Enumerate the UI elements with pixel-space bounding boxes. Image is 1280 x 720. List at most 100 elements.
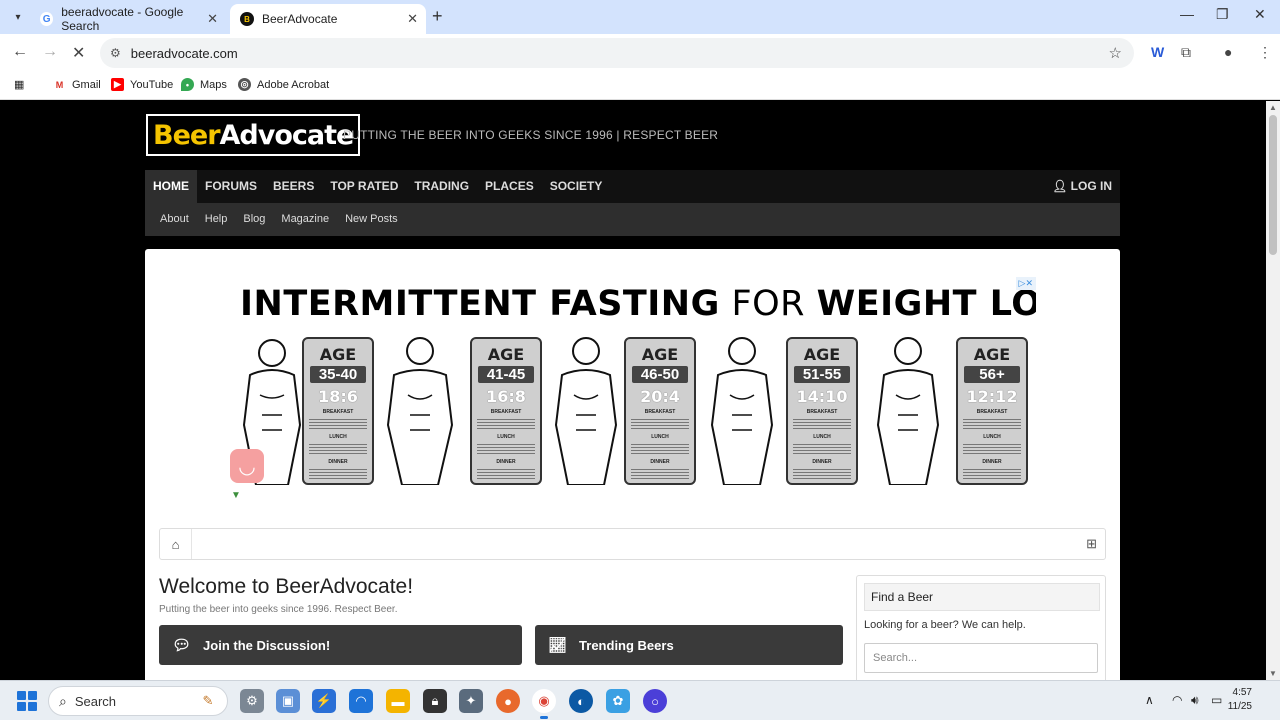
ad-age-label: AGE: [803, 345, 841, 364]
menu-kebab-icon[interactable]: ⋮: [1258, 44, 1272, 61]
taskbar-search-label: Search: [74, 693, 117, 709]
volume-icon[interactable]: 🔊︎: [1191, 693, 1199, 708]
ad-age-range: 46-50: [632, 366, 688, 383]
firefox-icon[interactable]: ●: [496, 689, 520, 713]
bookmark-gmail[interactable]: M Gmail: [53, 78, 101, 91]
site-info-icon[interactable]: ⚙: [110, 46, 121, 60]
ad-provider-icon[interactable]: ▼: [231, 490, 241, 501]
apps-grid-icon[interactable]: ▦: [14, 78, 24, 91]
bookmark-maps[interactable]: • Maps: [181, 78, 227, 91]
home-icon[interactable]: ⌂: [160, 529, 192, 559]
bookmark-label: YouTube: [130, 78, 174, 91]
site-logo[interactable]: Beer Advocate: [146, 114, 361, 156]
youtube-icon: ▶: [111, 78, 124, 91]
window-close-button[interactable]: ✕: [1254, 6, 1266, 23]
scroll-up-icon[interactable]: ▲: [1269, 103, 1277, 112]
subnav-new-posts[interactable]: New Posts: [337, 203, 406, 236]
widget-icon[interactable]: ✎: [196, 689, 220, 713]
extension-w-icon[interactable]: W: [1151, 44, 1164, 60]
browser-toolbar: ← → ✕ ⚙ beeradvocate.com ☆ W ⧉ ● ⋮: [0, 34, 1280, 72]
ad-age-card: AGE 56+ 12:12 BREAKFAST LUNCH DINNER: [956, 337, 1028, 485]
nav-home[interactable]: HOME: [145, 170, 197, 203]
battery-icon[interactable]: ▭: [1211, 693, 1222, 707]
new-tab-button[interactable]: +: [432, 6, 443, 27]
ad-smile-icon[interactable]: ◡: [230, 449, 264, 483]
trending-beers-label: Trending Beers: [579, 637, 674, 653]
address-bar[interactable]: ⚙ beeradvocate.com ☆: [100, 38, 1134, 68]
tab-search-button[interactable]: ▾: [8, 7, 28, 27]
photos-icon[interactable]: ▣: [276, 689, 300, 713]
page-scrollbar[interactable]: ▲ ▼: [1266, 101, 1280, 680]
file-explorer-icon[interactable]: ▬: [386, 689, 410, 713]
ad-figure-illustration: [876, 337, 940, 485]
settings-gear-icon[interactable]: ⚙: [240, 689, 264, 713]
back-icon[interactable]: ←: [12, 43, 28, 61]
sitemap-icon[interactable]: ⊞: [1086, 536, 1097, 552]
subnav-help[interactable]: Help: [197, 203, 236, 236]
nav-places[interactable]: PLACES: [477, 170, 542, 203]
nav-society[interactable]: SOCIETY: [542, 170, 611, 203]
beer-search-input[interactable]: Search...: [864, 643, 1098, 673]
scrollbar-thumb[interactable]: [1269, 115, 1277, 255]
stop-loading-icon[interactable]: ✕: [72, 43, 85, 63]
ad-text-lines: [963, 442, 1021, 456]
ad-choices-icon[interactable]: ▷✕: [1015, 277, 1036, 290]
ad-meal-label: LUNCH: [651, 434, 669, 440]
ad-age-range: 51-55: [794, 366, 850, 383]
copilot-arc-icon[interactable]: ◠: [349, 689, 373, 713]
ad-age-range: 41-45: [478, 366, 534, 383]
globe-icon: ◎: [238, 78, 251, 91]
logo-beer-text: Beer: [153, 119, 221, 151]
minimize-button[interactable]: —: [1180, 6, 1194, 22]
edge-icon[interactable]: ◐: [569, 689, 593, 713]
ad-meal-label: BREAKFAST: [322, 409, 354, 415]
nav-forums[interactable]: FORUMS: [197, 170, 265, 203]
subnav-magazine[interactable]: Magazine: [273, 203, 337, 236]
ad-figure-illustration: [710, 337, 774, 485]
paint-icon[interactable]: ✿: [606, 689, 630, 713]
bookmark-label: Adobe Acrobat: [257, 78, 330, 91]
nav-beers[interactable]: BEERS: [265, 170, 322, 203]
app-icon[interactable]: ✦: [459, 689, 483, 713]
login-link[interactable]: 👤︎ LOG IN: [1052, 170, 1112, 203]
chat-icon[interactable]: ○: [643, 689, 667, 713]
nav-trading[interactable]: TRADING: [406, 170, 477, 203]
scroll-down-icon[interactable]: ▼: [1269, 669, 1277, 678]
show-hidden-icons-chevron-icon[interactable]: ∧: [1145, 693, 1154, 707]
subnav-blog[interactable]: Blog: [235, 203, 273, 236]
google-icon: G: [40, 12, 54, 26]
close-icon[interactable]: ✕: [407, 11, 418, 27]
clock-date: 11/25: [1227, 701, 1252, 712]
join-discussion-button[interactable]: 💬︎ Join the Discussion!: [159, 625, 522, 665]
chrome-icon[interactable]: ◉: [532, 689, 556, 719]
system-clock[interactable]: 4:57 11/25: [1228, 686, 1252, 714]
close-icon[interactable]: ✕: [207, 11, 218, 27]
profile-avatar-icon[interactable]: ●: [1224, 44, 1232, 60]
bookmark-youtube[interactable]: ▶ YouTube: [111, 78, 173, 91]
ad-fasting-ratio: 14:10: [796, 387, 848, 406]
ad-meal-label: DINNER: [982, 459, 1002, 465]
bookmark-star-icon[interactable]: ☆: [1109, 44, 1122, 62]
wifi-icon[interactable]: ◠: [1172, 693, 1182, 707]
tab-beeradvocate[interactable]: B BeerAdvocate ✕: [230, 4, 426, 34]
trending-beers-button[interactable]: 📈︎ Trending Beers: [535, 625, 843, 665]
login-label: LOG IN: [1070, 179, 1112, 193]
ad-fasting-ratio: 12:12: [966, 387, 1018, 406]
ad-meal-label: LUNCH: [497, 434, 515, 440]
find-a-beer-text: Looking for a beer? We can help.: [864, 619, 1026, 631]
lock-app-icon[interactable]: 🔒︎: [423, 689, 447, 713]
maximize-button[interactable]: ❐: [1216, 6, 1229, 23]
forward-icon[interactable]: →: [42, 43, 58, 61]
ad-age-range: 56+: [964, 366, 1020, 383]
nav-top-rated[interactable]: TOP RATED: [322, 170, 406, 203]
ad-banner[interactable]: INTERMITTENT FASTING FOR WEIGHT LOSS ▷✕ …: [230, 277, 1036, 492]
ad-headline-part1: INTERMITTENT FASTING: [240, 284, 720, 324]
tab-google-search[interactable]: G beeradvocate - Google Search ✕: [30, 4, 226, 34]
extensions-puzzle-icon[interactable]: ⧉: [1181, 44, 1191, 61]
bookmark-adobe-acrobat[interactable]: ◎ Adobe Acrobat: [238, 78, 329, 91]
ad-fasting-ratio: 16:8: [486, 387, 526, 406]
ad-text-lines: [631, 442, 689, 456]
power-automate-icon[interactable]: ⚡: [312, 689, 336, 713]
subnav-about[interactable]: About: [152, 203, 197, 236]
windows-start-icon[interactable]: [17, 691, 37, 711]
